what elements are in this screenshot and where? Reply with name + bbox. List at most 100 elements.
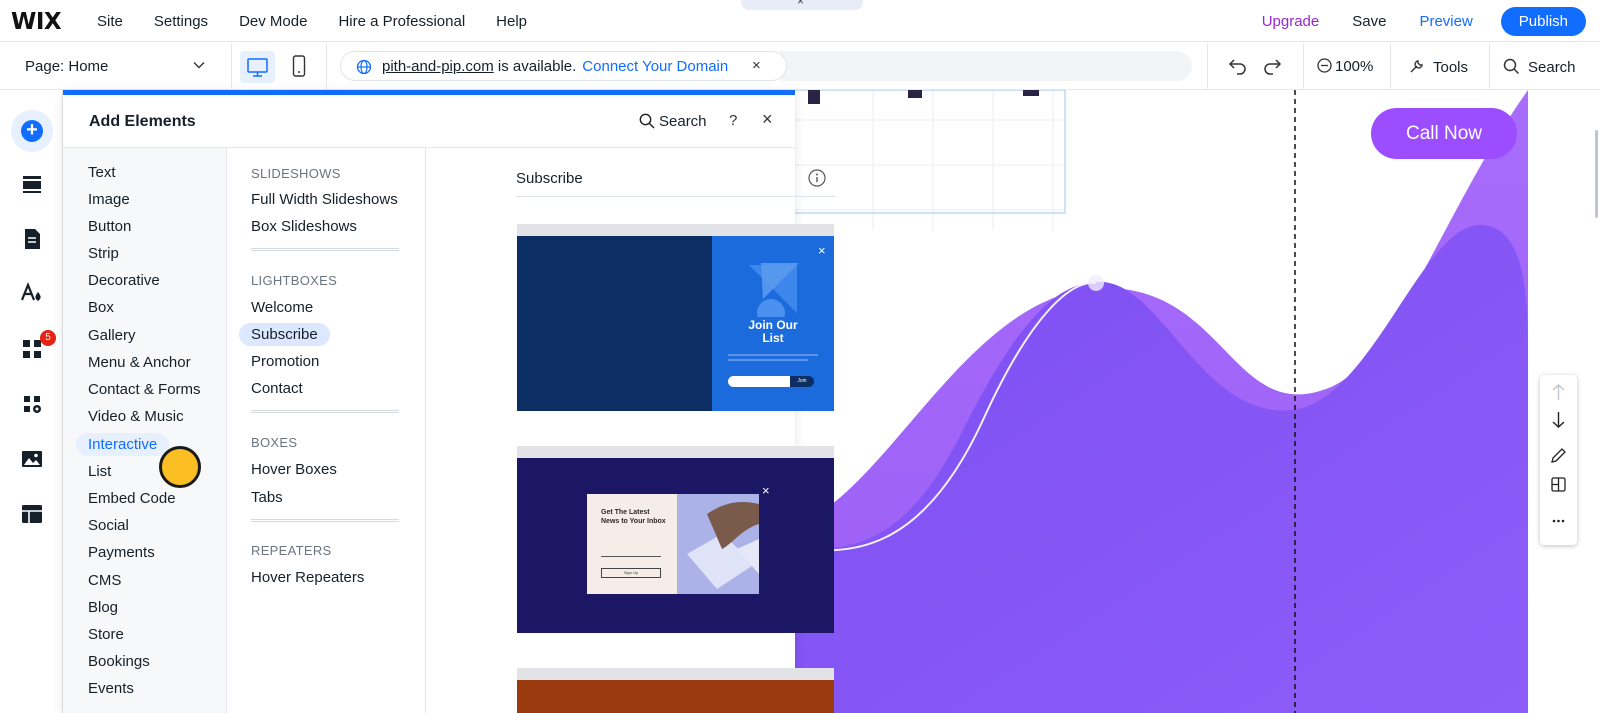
zoom-control[interactable]: 100% xyxy=(1317,58,1373,75)
preview-card-subscribe-1[interactable]: × Join Our List Join xyxy=(517,224,834,411)
connect-domain-link[interactable]: Connect Your Domain xyxy=(582,58,728,75)
menu-dev-mode[interactable]: Dev Mode xyxy=(239,13,307,30)
card-background xyxy=(517,680,834,713)
category-image[interactable]: Image xyxy=(88,191,130,208)
preview-divider xyxy=(516,196,835,197)
item-hover-repeaters[interactable]: Hover Repeaters xyxy=(251,569,364,586)
item-contact[interactable]: Contact xyxy=(251,380,303,397)
preview-card-subscribe-2[interactable]: × Get The Latest News to Your Inbox Sign… xyxy=(517,446,834,633)
item-full-width-slideshows[interactable]: Full Width Slideshows xyxy=(251,191,398,208)
design-icon[interactable] xyxy=(21,282,43,304)
info-icon[interactable] xyxy=(808,169,826,187)
add-elements-panel: Add Elements Search ? × Text Image Butto… xyxy=(63,90,835,713)
desktop-icon xyxy=(247,58,268,77)
item-box-slideshows[interactable]: Box Slideshows xyxy=(251,218,357,235)
category-interactive[interactable]: Interactive xyxy=(76,433,170,456)
category-cms[interactable]: CMS xyxy=(88,572,121,589)
menu-site[interactable]: Site xyxy=(97,13,123,30)
search-button[interactable]: Search xyxy=(1503,58,1576,76)
sections-icon[interactable] xyxy=(21,173,43,195)
category-events[interactable]: Events xyxy=(88,680,134,697)
tools-button[interactable]: Tools xyxy=(1408,58,1468,76)
move-down-icon[interactable] xyxy=(1540,405,1577,435)
move-up-icon[interactable] xyxy=(1540,378,1577,408)
divider xyxy=(1303,43,1304,90)
category-embed-code[interactable]: Embed Code xyxy=(88,490,176,507)
category-store[interactable]: Store xyxy=(88,626,124,643)
card1-heading: Join Our List xyxy=(748,318,798,345)
menu-help[interactable]: Help xyxy=(496,13,527,30)
item-welcome[interactable]: Welcome xyxy=(251,299,313,316)
collapse-handle-x: × xyxy=(797,0,805,8)
top-actions: Upgrade Save Preview Publish xyxy=(1262,0,1600,42)
top-menu: Site Settings Dev Mode Hire a Profession… xyxy=(97,0,558,42)
preview-card-subscribe-3[interactable] xyxy=(517,668,834,713)
category-text[interactable]: Text xyxy=(88,164,116,181)
category-social[interactable]: Social xyxy=(88,517,129,534)
page-selector[interactable]: Page: Home xyxy=(25,58,108,75)
category-contact-forms[interactable]: Contact & Forms xyxy=(88,381,201,398)
publish-button[interactable]: Publish xyxy=(1500,6,1586,36)
panel-header: Add Elements Search ? × xyxy=(63,95,795,148)
undo-icon[interactable] xyxy=(1228,56,1248,76)
canvas-grid xyxy=(783,90,1063,230)
category-strip[interactable]: Strip xyxy=(88,245,119,262)
category-video-music[interactable]: Video & Music xyxy=(88,408,184,425)
upgrade-link[interactable]: Upgrade xyxy=(1262,13,1320,30)
card2-signup-button: Sign Up xyxy=(601,568,661,578)
divider xyxy=(1207,43,1208,90)
pencil-icon[interactable] xyxy=(1540,441,1577,471)
preview-area: Subscribe × Join Our List Join × Get The… xyxy=(426,148,835,713)
panel-search-button[interactable]: Search xyxy=(639,113,707,130)
more-icon[interactable] xyxy=(1540,506,1577,536)
category-decorative[interactable]: Decorative xyxy=(88,272,160,289)
business-icon[interactable] xyxy=(21,393,43,415)
card1-text-line xyxy=(728,359,808,361)
mobile-icon[interactable] xyxy=(292,55,306,77)
canvas-scrollbar[interactable] xyxy=(1595,130,1598,218)
category-button[interactable]: Button xyxy=(88,218,131,235)
media-icon[interactable] xyxy=(21,448,43,470)
cms-icon[interactable] xyxy=(21,503,43,525)
desktop-view-button[interactable] xyxy=(240,51,275,83)
zoom-level: 100% xyxy=(1335,58,1374,75)
panel-close-button[interactable]: × xyxy=(762,109,773,130)
category-gallery[interactable]: Gallery xyxy=(88,327,136,344)
chevron-down-icon[interactable] xyxy=(192,58,206,72)
save-button[interactable]: Save xyxy=(1352,13,1386,30)
preview-button[interactable]: Preview xyxy=(1419,13,1472,30)
section-divider xyxy=(251,248,399,251)
redo-icon[interactable] xyxy=(1262,56,1282,76)
item-hover-boxes[interactable]: Hover Boxes xyxy=(251,461,337,478)
search-label: Search xyxy=(1528,59,1576,76)
help-button[interactable]: ? xyxy=(729,112,737,129)
category-blog[interactable]: Blog xyxy=(88,599,118,616)
pages-icon[interactable] xyxy=(21,228,43,250)
wix-logo[interactable]: WIX xyxy=(11,9,62,35)
category-box[interactable]: Box xyxy=(88,299,114,316)
section-divider xyxy=(251,410,399,413)
menu-hire-professional[interactable]: Hire a Professional xyxy=(338,13,465,30)
domain-close-button[interactable]: × xyxy=(752,57,761,74)
item-tabs[interactable]: Tabs xyxy=(251,489,283,506)
call-now-button[interactable]: Call Now xyxy=(1371,108,1517,159)
divider xyxy=(1390,43,1391,90)
category-list[interactable]: List xyxy=(88,463,111,480)
category-bookings[interactable]: Bookings xyxy=(88,653,150,670)
zoom-out-icon xyxy=(1317,58,1332,73)
card1-join-button: Join xyxy=(790,376,814,387)
item-promotion[interactable]: Promotion xyxy=(251,353,319,370)
collapse-handle[interactable]: × xyxy=(741,0,863,10)
apps-icon[interactable] xyxy=(21,338,43,360)
domain-name[interactable]: pith-and-pip.com xyxy=(382,58,494,75)
subcategory-list: SLIDESHOWS Full Width Slideshows Box Sli… xyxy=(227,148,426,713)
section-lightboxes: LIGHTBOXES xyxy=(251,273,338,288)
category-menu-anchor[interactable]: Menu & Anchor xyxy=(88,354,191,371)
add-elements-button[interactable]: + xyxy=(11,110,53,152)
globe-icon xyxy=(356,59,372,75)
item-subscribe[interactable]: Subscribe xyxy=(239,323,330,346)
category-list: Text Image Button Strip Decorative Box G… xyxy=(63,148,227,713)
category-payments[interactable]: Payments xyxy=(88,544,155,561)
menu-settings[interactable]: Settings xyxy=(154,13,208,30)
layout-icon[interactable] xyxy=(1540,470,1577,500)
